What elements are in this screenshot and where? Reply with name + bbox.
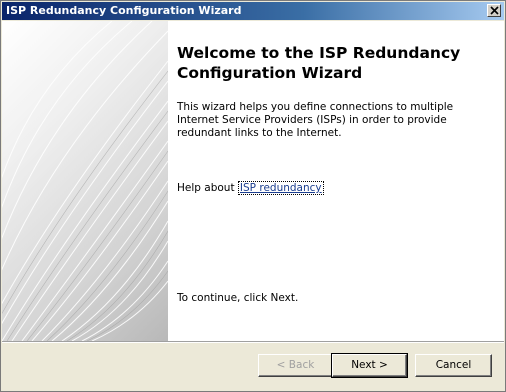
next-button[interactable]: Next > bbox=[331, 353, 408, 378]
window-title: ISP Redundancy Configuration Wizard bbox=[6, 4, 242, 17]
wizard-window: ISP Redundancy Configuration Wizard Welc… bbox=[0, 0, 506, 392]
help-line: Help about ISP redundancy bbox=[177, 181, 324, 195]
wizard-text-area: Welcome to the ISP Redundancy Configurat… bbox=[177, 21, 497, 341]
curved-lines-graphic bbox=[2, 21, 168, 341]
continue-instruction: To continue, click Next. bbox=[177, 292, 299, 304]
wizard-side-graphic bbox=[2, 21, 168, 341]
close-icon bbox=[490, 6, 499, 15]
close-button[interactable] bbox=[487, 4, 501, 17]
wizard-content: Welcome to the ISP Redundancy Configurat… bbox=[2, 21, 504, 341]
help-prefix: Help about bbox=[177, 182, 238, 194]
cancel-button[interactable]: Cancel bbox=[415, 354, 492, 377]
title-bar: ISP Redundancy Configuration Wizard bbox=[2, 2, 504, 20]
wizard-heading: Welcome to the ISP Redundancy Configurat… bbox=[177, 44, 461, 82]
wizard-description: This wizard helps you define connections… bbox=[177, 101, 454, 139]
back-button[interactable]: < Back bbox=[258, 354, 333, 377]
help-link-isp-redundancy[interactable]: ISP redundancy bbox=[237, 181, 324, 195]
footer-separator bbox=[2, 341, 504, 343]
